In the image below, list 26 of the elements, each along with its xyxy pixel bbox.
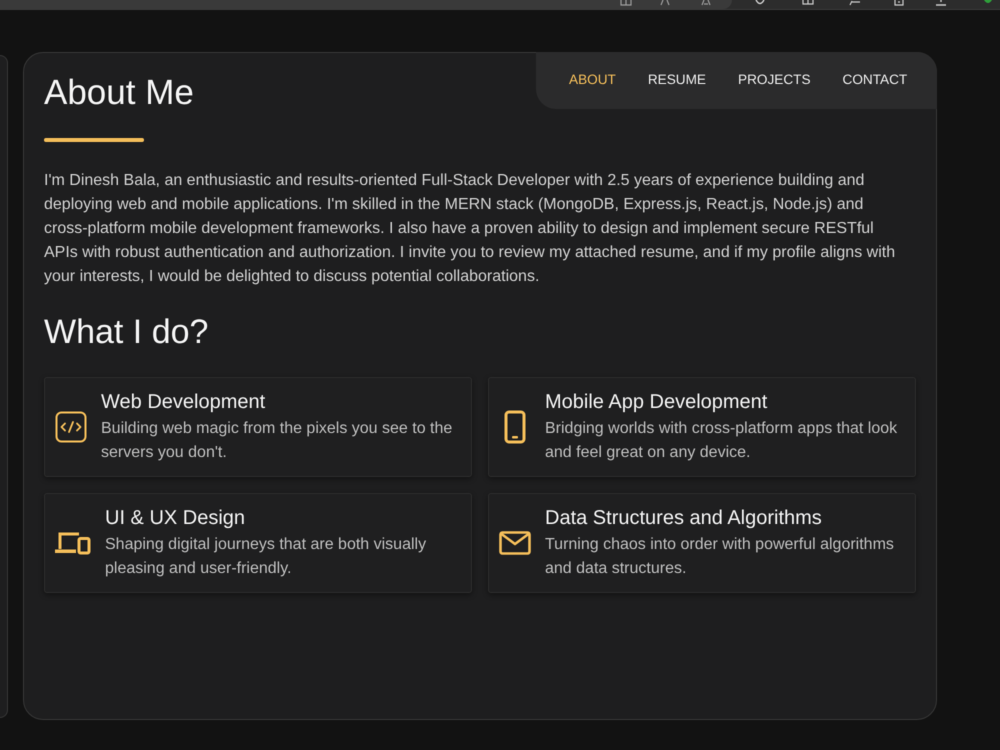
- smartphone-icon: [504, 410, 526, 444]
- laptop-and-phone-icon: [55, 531, 91, 555]
- nav-link[interactable]: ABOUT: [569, 70, 616, 91]
- about-paragraph: I'm Dinesh Bala, an enthusiastic and results-oriented Full-Stack Developer with 2.5 years of experience building and deploying web and mobile applications. I'm skilled in the MERN stack (MongoDB, Express.js, React.js, Node.js) and cross-platform mobile development frameworks. I also have a proven ability to design and implement secure RESTful APIs with robust authentication and authorization. I invite you to review my attached resume, and if my profile aligns with your interests, I would be delighted to discuss potential collaborations.: [44, 171, 896, 287]
- nav-link[interactable]: RESUME: [648, 70, 706, 91]
- service-title: Mobile App Development: [545, 390, 768, 414]
- service-description: Turning chaos into order with powerful algorithms and data structures.: [545, 534, 895, 578]
- box-icon[interactable]: [893, 0, 905, 6]
- section-title: About Me: [44, 73, 194, 113]
- split-window-icon[interactable]: [802, 0, 814, 6]
- star-icon[interactable]: [659, 0, 671, 6]
- section-title: What I do?: [44, 312, 208, 352]
- code-icon: [55, 411, 87, 443]
- pen-icon[interactable]: [849, 0, 861, 6]
- service-title: Web Development: [101, 390, 266, 414]
- service-title: UI & UX Design: [105, 506, 246, 530]
- nav-link[interactable]: CONTACT: [842, 70, 908, 91]
- envelope-icon: [499, 531, 531, 555]
- bookmark-star-icon[interactable]: [700, 0, 712, 6]
- nav-link[interactable]: PROJECTS: [738, 70, 811, 91]
- service-description: Bridging worlds with cross-platform apps that look and feel great on any device.: [545, 418, 898, 462]
- gear-icon[interactable]: [754, 0, 766, 6]
- service-title: Data Structures and Algorithms: [545, 506, 823, 530]
- download-icon[interactable]: [935, 0, 947, 6]
- service-description: Shaping digital journeys that are both visually pleasing and user-friendly.: [105, 534, 428, 578]
- service-description: Building web magic from the pixels you see to the servers you don't.: [101, 418, 454, 462]
